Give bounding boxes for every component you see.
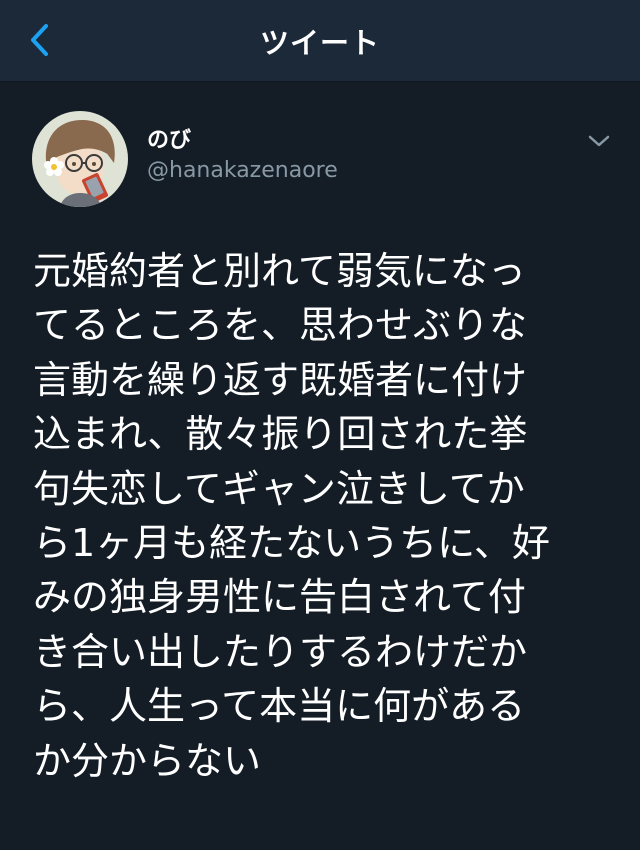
page-title: ツイート (259, 26, 380, 60)
display-name[interactable]: のび (147, 122, 191, 154)
chevron-down-icon (588, 135, 610, 147)
avatar[interactable] (32, 111, 128, 207)
tweet-detail: のび @hanakazenaore 元婚約者と別れて弱気になっ てるところを、思… (0, 82, 640, 850)
user-handle[interactable]: @hanakazenaore (147, 158, 338, 183)
navigation-bar: ツイート (0, 0, 640, 82)
tweet-text: 元婚約者と別れて弱気になっ てるところを、思わせぶりな 言動を繰り返す既婚者に付… (33, 249, 551, 783)
tweet-menu-button[interactable] (584, 130, 614, 152)
avatar-illustration (32, 111, 128, 207)
